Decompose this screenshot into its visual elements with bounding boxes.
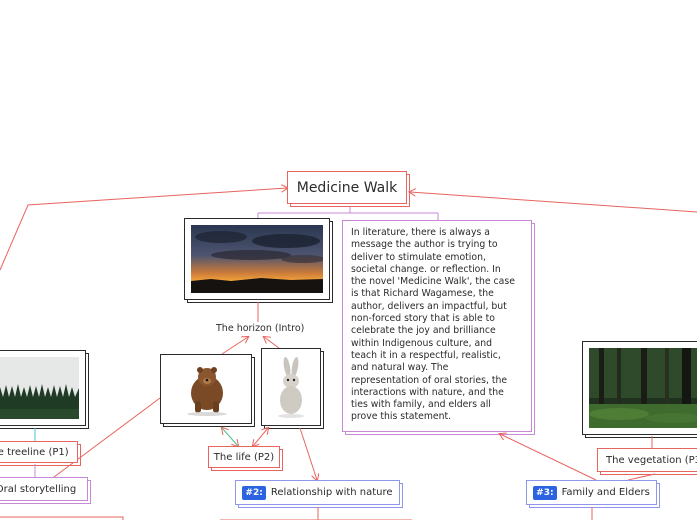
family-label: Family and Elders	[561, 487, 650, 498]
rabbit-image	[268, 355, 314, 419]
storytelling-node[interactable]: Oral storytelling	[0, 477, 91, 504]
treeline-image	[0, 357, 79, 419]
storytelling-label: Oral storytelling	[0, 483, 77, 495]
root-node[interactable]: Medicine Walk	[287, 171, 410, 207]
treeline-node[interactable]: The treeline (P1)	[0, 441, 81, 466]
sunset-image-node[interactable]	[184, 218, 333, 303]
bear-image	[167, 361, 245, 417]
mind-map-canvas: Medicine Walk The horizon (Intro) The li…	[0, 0, 697, 520]
vegetation-node[interactable]: The vegetation (P3)	[597, 448, 697, 475]
treeline-image-node[interactable]	[0, 350, 89, 429]
relationship-node[interactable]: #2: Relationship with nature	[235, 480, 403, 508]
sunset-horizon-image	[191, 225, 323, 293]
vegetation-label: The vegetation (P3)	[606, 454, 697, 466]
treeline-label: The treeline (P1)	[0, 446, 69, 458]
life-node[interactable]: The life (P2)	[208, 446, 283, 471]
bear-image-node[interactable]	[160, 354, 255, 427]
rabbit-image-node[interactable]	[261, 348, 324, 429]
life-label: The life (P2)	[213, 451, 275, 463]
thesis-text-node[interactable]: In literature, there is always a message…	[342, 220, 535, 435]
intro-label[interactable]: The horizon (Intro)	[216, 323, 304, 334]
root-title: Medicine Walk	[296, 179, 398, 196]
forest-image-node[interactable]	[582, 341, 697, 438]
family-badge: #3:	[533, 485, 557, 500]
forest-image	[589, 348, 697, 428]
relationship-label: Relationship with nature	[270, 487, 393, 498]
family-node[interactable]: #3: Family and Elders	[526, 480, 660, 508]
relationship-badge: #2:	[242, 485, 266, 500]
